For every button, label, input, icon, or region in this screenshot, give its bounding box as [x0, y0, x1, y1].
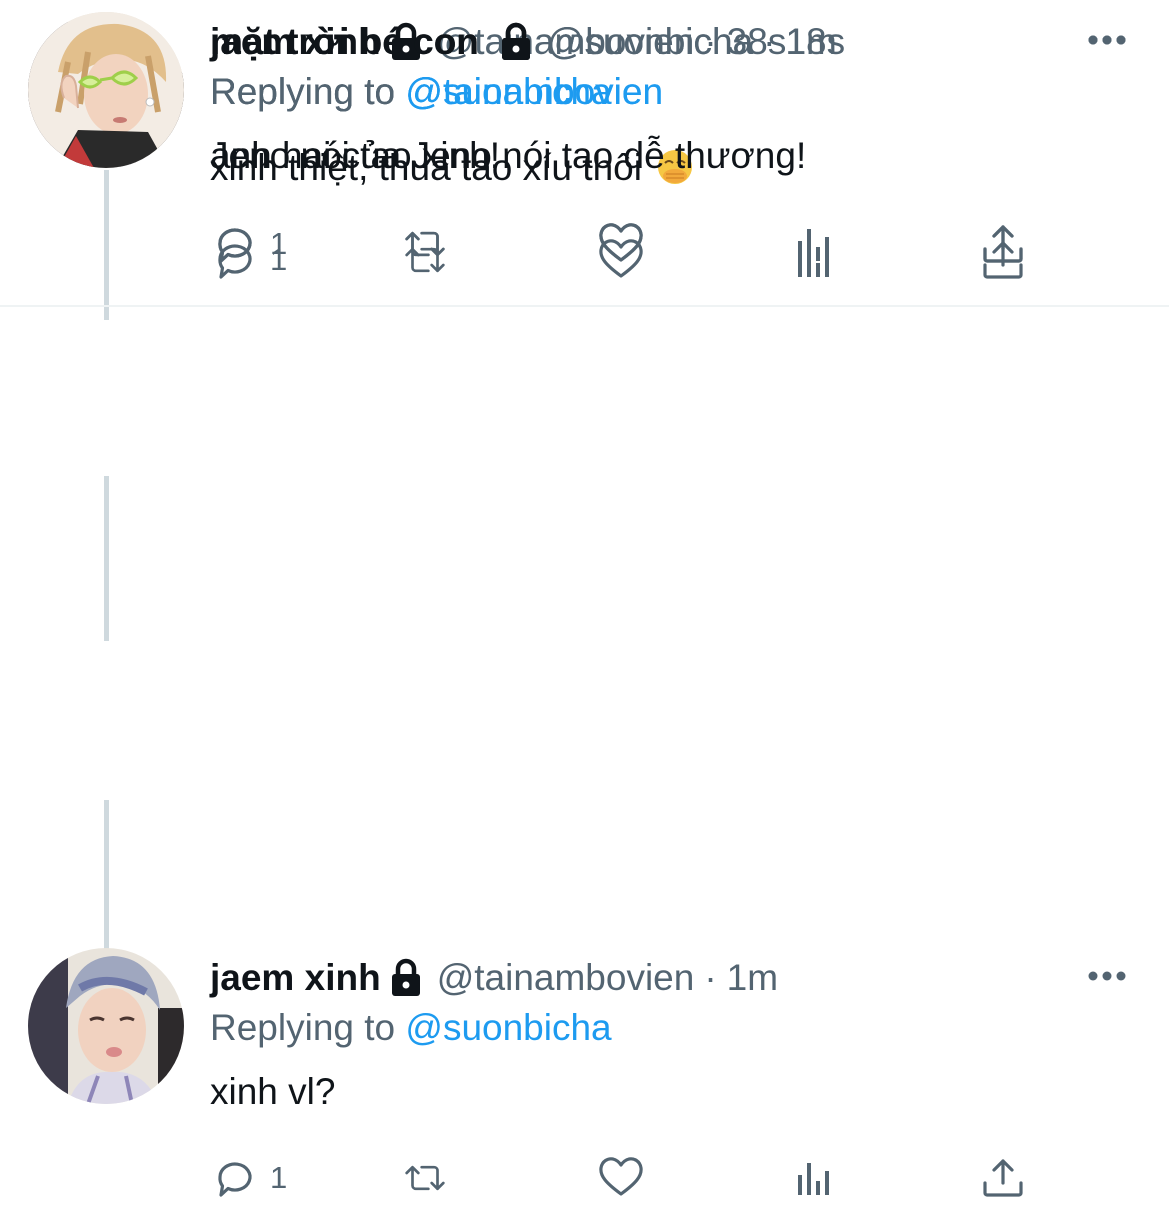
display-name[interactable]: jaem xinh [210, 957, 381, 999]
tweet-text: anh hai của Jeno nói tao dễ thương! [210, 135, 807, 176]
replying-to-line: Replying to @tainambovien [210, 66, 1129, 118]
display-name[interactable]: mặt trời bé con [210, 21, 479, 63]
replying-to-handle[interactable]: @suonbicha [405, 1007, 611, 1048]
tweet-content: jaem xinh @tainambovien · 1m Replying to… [210, 954, 1129, 1120]
tweet-header: jaem xinh @tainambovien · 1m [210, 954, 1129, 1002]
avatar-jaem-image [28, 948, 184, 1104]
tweet-actions [210, 214, 1050, 274]
heart-icon [599, 223, 643, 262]
analytics-button[interactable] [788, 214, 838, 274]
reply-count: 1 [270, 1160, 288, 1195]
avatar[interactable] [28, 948, 184, 1104]
share-icon [983, 225, 1023, 263]
reply-icon [218, 1162, 252, 1197]
reply-icon [218, 228, 252, 263]
more-options-icon[interactable] [1085, 28, 1129, 52]
share-button[interactable] [978, 1148, 1028, 1208]
retweet-button[interactable] [400, 214, 450, 274]
user-handle[interactable]: @tainambovien [437, 957, 695, 999]
thread-connector-line [104, 800, 109, 950]
analytics-bar-icon [798, 1163, 829, 1195]
tweet-text: xinh vl? [210, 1071, 336, 1112]
retweet-icon [405, 231, 445, 257]
protected-lock-icon [391, 958, 420, 996]
avatar[interactable] [28, 12, 184, 168]
divider [0, 305, 1169, 307]
heart-icon [599, 1157, 643, 1196]
analytics-button[interactable] [788, 1148, 838, 1208]
share-icon [983, 1159, 1023, 1197]
tweet-content: mặt trời bé con @suonbicha · 18s Replyin… [210, 18, 1129, 184]
retweet-icon [405, 1165, 445, 1191]
reply-button[interactable]: 1 [210, 1148, 287, 1208]
replying-to-line: Replying to @suonbicha [210, 1002, 1129, 1054]
tweet-thread: jaem xinh @tainambovien · 1m Replying to… [0, 0, 1169, 1229]
thread-connector-line [104, 476, 109, 641]
tweet-actions: 1 [210, 1148, 1050, 1208]
separator-dot: · [704, 957, 717, 998]
replying-to-label: Replying to [210, 1007, 396, 1048]
tweet-header: mặt trời bé con @suonbicha · 18s [210, 18, 1129, 66]
timestamp[interactable]: 18s [785, 21, 845, 63]
timestamp[interactable]: 1m [727, 957, 778, 999]
tweet[interactable]: mặt trời bé con @suonbicha · 18s Replyin… [0, 0, 1169, 307]
replying-to-label: Replying to [210, 71, 396, 112]
analytics-bar-icon [798, 229, 829, 261]
user-handle[interactable]: @suonbicha [547, 21, 753, 63]
more-options-icon[interactable] [1085, 964, 1129, 988]
like-button[interactable] [596, 1148, 646, 1208]
share-button[interactable] [978, 214, 1028, 274]
protected-lock-icon [501, 22, 530, 60]
separator-dot: · [763, 21, 776, 62]
reply-button[interactable] [210, 214, 270, 274]
tweet[interactable]: jaem xinh @tainambovien · 1m Replying to… [0, 936, 1169, 1229]
retweet-button[interactable] [400, 1148, 450, 1208]
like-button[interactable] [596, 214, 646, 274]
replying-to-handle[interactable]: @tainambovien [405, 71, 663, 112]
avatar-suon-image [28, 12, 184, 168]
